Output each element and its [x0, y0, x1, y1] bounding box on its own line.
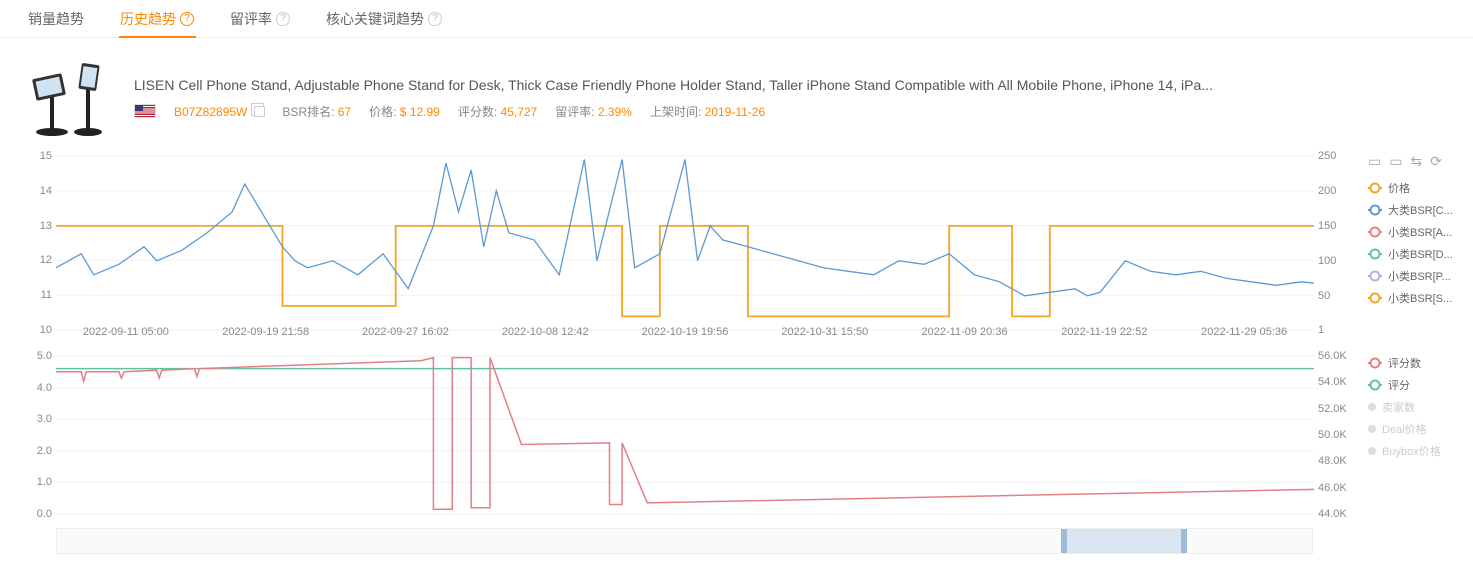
x-tick: 2022-09-19 21:58 — [222, 326, 309, 338]
legend-item[interactable]: 小类BSR[S... — [1368, 290, 1473, 306]
tab-history-trend[interactable]: 历史趋势? — [102, 0, 212, 37]
legend-item[interactable]: 小类BSR[D... — [1368, 246, 1473, 262]
legend-item[interactable]: 评分 — [1368, 377, 1473, 393]
legend-item[interactable]: 小类BSR[P... — [1368, 268, 1473, 284]
upper-left-axis: 101112131415 — [28, 148, 56, 338]
listed-value: 2019-11-26 — [705, 105, 766, 119]
x-tick: 2022-09-27 16:02 — [362, 326, 449, 338]
copy-icon[interactable] — [251, 103, 264, 116]
x-tick: 2022-11-19 22:52 — [1061, 326, 1147, 338]
lower-chart: 0.01.02.03.04.05.0 44.0K46.0K48.0K50.0K5… — [0, 350, 1473, 520]
time-brush[interactable] — [56, 528, 1313, 554]
flag-us-icon — [134, 104, 156, 118]
lower-right-axis: 44.0K46.0K48.0K50.0K52.0K54.0K56.0K — [1314, 350, 1358, 520]
upper-plot[interactable] — [56, 148, 1314, 338]
legend-item[interactable]: Deal价格 — [1368, 421, 1473, 437]
help-icon[interactable]: ? — [276, 12, 290, 26]
upper-chart: 101112131415 2022-09-11 05:00 2022-09-19 … — [0, 148, 1473, 338]
chart-toolbar: ▭ ▭ ⇆ ⟳ — [1368, 153, 1473, 170]
product-thumbnail — [30, 58, 110, 138]
x-tick: 2022-10-19 19:56 — [642, 326, 729, 338]
tool-refresh-icon[interactable]: ⟳ — [1430, 153, 1442, 170]
help-icon[interactable]: ? — [428, 12, 442, 26]
price-value: $ 12.99 — [400, 105, 440, 119]
lower-left-axis: 0.01.02.03.04.05.0 — [28, 350, 56, 520]
x-tick: 2022-11-29 05:36 — [1201, 326, 1287, 338]
asin-link[interactable]: B07Z82895W — [174, 105, 247, 119]
help-icon[interactable]: ? — [180, 12, 194, 26]
x-tick: 2022-10-31 15:50 — [781, 326, 868, 338]
x-tick: 2022-09-11 05:00 — [83, 326, 169, 338]
legend-item[interactable]: 价格 — [1368, 180, 1473, 196]
upper-right-axis: 150100150200250 — [1314, 148, 1358, 338]
tabs-bar: 销量趋势 历史趋势? 留评率? 核心关键词趋势? — [0, 0, 1473, 38]
legend-item[interactable]: 评分数 — [1368, 355, 1473, 371]
product-meta: B07Z82895W BSR排名: 67 价格: $ 12.99 评分数: 45… — [134, 103, 1453, 120]
lower-plot[interactable] — [56, 350, 1314, 520]
legend-item[interactable]: 大类BSR[C... — [1368, 202, 1473, 218]
rate-value: 2.39% — [598, 105, 632, 119]
tab-sales-trend[interactable]: 销量趋势 — [10, 0, 102, 37]
reviews-value: 45,727 — [501, 105, 538, 119]
legend-item[interactable]: 卖家数 — [1368, 399, 1473, 415]
brush-window[interactable] — [1061, 529, 1187, 553]
x-tick: 2022-11-09 20:36 — [922, 326, 1008, 338]
tool-box-select-icon[interactable]: ▭ — [1368, 153, 1381, 170]
bsr-value: 67 — [338, 105, 351, 119]
x-tick: 2022-10-08 12:42 — [502, 326, 589, 338]
legend-item[interactable]: Buybox价格 — [1368, 443, 1473, 459]
product-title: LISEN Cell Phone Stand, Adjustable Phone… — [134, 77, 1453, 93]
tab-keyword-trend[interactable]: 核心关键词趋势? — [308, 0, 460, 37]
legend-item[interactable]: 小类BSR[A... — [1368, 224, 1473, 240]
tab-review-rate[interactable]: 留评率? — [212, 0, 308, 37]
tool-restore-icon[interactable]: ⇆ — [1410, 153, 1422, 170]
tool-box-zoom-icon[interactable]: ▭ — [1389, 153, 1402, 170]
product-header: LISEN Cell Phone Stand, Adjustable Phone… — [0, 38, 1473, 148]
